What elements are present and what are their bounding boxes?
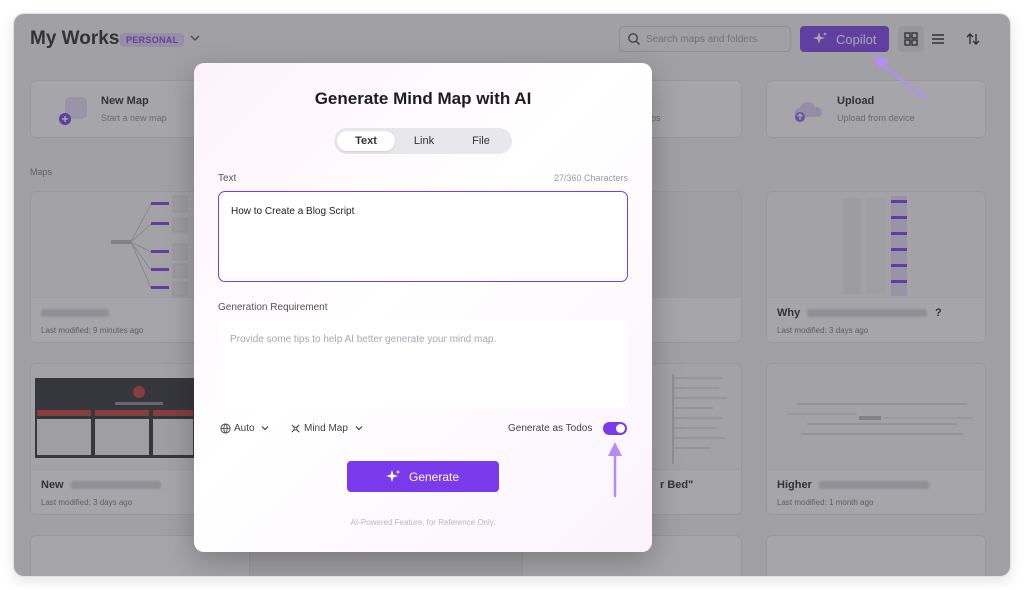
map-type-value: Mind Map [304,423,348,434]
mindmap-icon [291,424,300,433]
generate-button[interactable]: Generate [347,461,499,492]
disclaimer: AI-Powered Feature, for Reference Only. [350,518,496,527]
chevron-down-icon [261,426,269,431]
annotation-arrow-copilot [873,56,927,100]
todos-label: Generate as Todos [508,423,593,434]
text-input[interactable]: How to Create a Blog Script [218,191,628,282]
tab-link[interactable]: Link [395,131,453,151]
globe-icon [220,423,231,434]
app-window: My Works PERSONAL Copilot New Map Start … [14,14,1010,576]
modal-title: Generate Mind Map with AI [314,89,532,108]
sparkle-icon [386,470,400,482]
language-value: Auto [234,423,255,434]
source-tabs: Text Link File [334,128,512,154]
language-dropdown[interactable]: Auto [220,422,272,436]
chevron-down-icon [355,426,363,431]
annotation-arrow-toggle [608,442,622,498]
tab-file[interactable]: File [453,131,509,151]
requirement-input[interactable]: Provide some tips to help AI better gene… [218,320,628,408]
requirement-label: Generation Requirement [218,302,328,313]
generate-label: Generate [409,470,460,484]
character-count: 27/360 Characters [553,173,628,183]
tab-text[interactable]: Text [337,131,395,151]
todos-toggle[interactable] [603,422,627,435]
text-field-label: Text [218,173,237,184]
generate-modal: Generate Mind Map with AI Text Link File… [194,63,652,552]
map-type-dropdown[interactable]: Mind Map [290,422,366,436]
